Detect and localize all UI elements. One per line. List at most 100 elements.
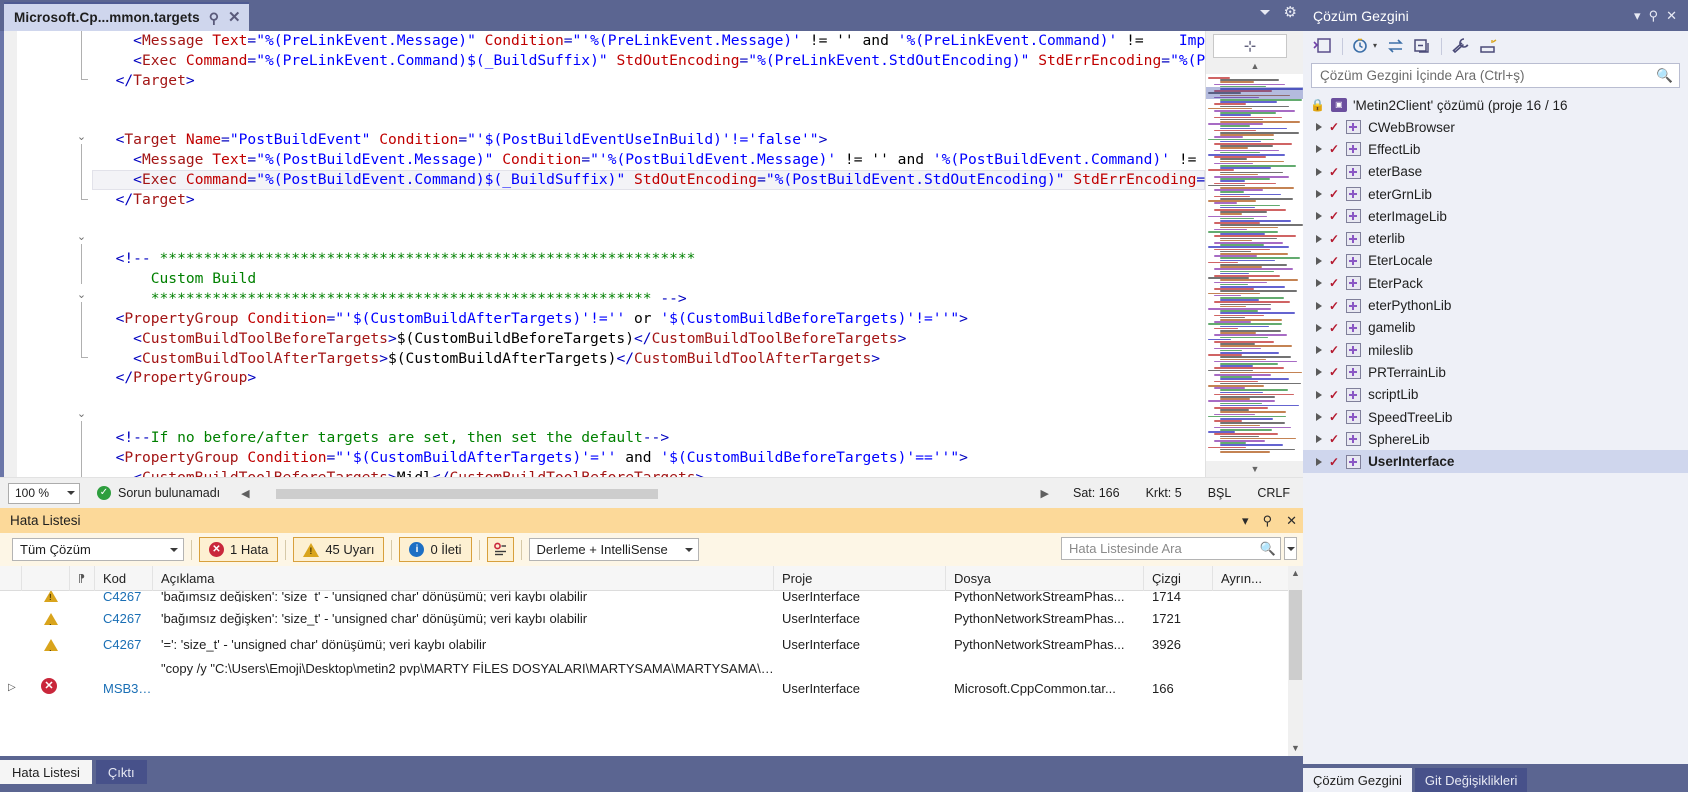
column-header-code[interactable]: Kod xyxy=(95,566,153,591)
code-line[interactable]: <CustomBuildToolAfterTargets>$(CustomBui… xyxy=(92,349,1205,369)
chevron-right-icon[interactable] xyxy=(1316,145,1322,153)
editor-fold-margin[interactable]: ⌄ ⌄ ⌄ ⌄ xyxy=(17,31,92,477)
code-line[interactable]: <CustomBuildToolBeforeTargets>Midl</Cust… xyxy=(92,468,1205,477)
chevron-right-icon[interactable] xyxy=(1316,123,1322,131)
sidebar-item-spherelib[interactable]: ✓SphereLib xyxy=(1303,428,1688,450)
close-icon[interactable]: ✕ xyxy=(1286,514,1297,527)
column-header-description[interactable]: Açıklama xyxy=(153,566,774,591)
chevron-right-icon[interactable] xyxy=(1316,279,1322,287)
code-line[interactable] xyxy=(92,229,1205,249)
chevron-right-icon[interactable] xyxy=(1316,235,1322,243)
minimap-scroll-up-icon[interactable]: ▲ xyxy=(1206,58,1303,74)
code-line[interactable]: <Target Name="PostBuildEvent" Condition=… xyxy=(92,130,1205,150)
chevron-right-icon[interactable] xyxy=(1316,458,1322,466)
error-list-search-dropdown[interactable] xyxy=(1284,537,1297,560)
tab-output[interactable]: Çıktı xyxy=(96,760,147,784)
sync-icon[interactable] xyxy=(1387,39,1404,53)
solution-root-node[interactable]: 🔒 ▣ 'Metin2Client' çözümü (proje 16 / 16 xyxy=(1303,94,1688,116)
chevron-down-icon[interactable]: ▾ xyxy=(1630,8,1645,24)
minimap-scroll-down-icon[interactable]: ▼ xyxy=(1206,461,1303,477)
triangle-down-icon[interactable]: ▼ xyxy=(1288,741,1303,756)
chevron-right-icon[interactable] xyxy=(1316,302,1322,310)
table-row[interactable]: C4267 'bağımsız değişken': 'size_t' - 'u… xyxy=(0,606,1303,632)
chevron-right-icon[interactable] xyxy=(1316,435,1322,443)
fold-toggle-icon[interactable]: ⌄ xyxy=(75,289,88,302)
code-view-icon[interactable] xyxy=(1313,38,1332,54)
column-header-severity[interactable] xyxy=(22,566,70,591)
sidebar-item-eterbase[interactable]: ✓eterBase xyxy=(1303,161,1688,183)
chevron-right-icon[interactable] xyxy=(1316,190,1322,198)
code-line[interactable]: <PropertyGroup Condition="'$(CustomBuild… xyxy=(92,448,1205,468)
error-list-vertical-scrollbar[interactable]: ▲ ▼ xyxy=(1288,566,1303,756)
gear-icon[interactable]: ⚙ xyxy=(1284,5,1297,20)
search-icon[interactable]: 🔍 xyxy=(1656,68,1673,84)
show-all-files-icon[interactable] xyxy=(1480,39,1498,54)
sidebar-item-cwebbrowser[interactable]: ✓CWebBrowser xyxy=(1303,116,1688,138)
table-row[interactable]: C4267 '=': 'size_t' - 'unsigned char' dö… xyxy=(0,632,1303,658)
column-header-project[interactable]: Proje xyxy=(774,566,946,591)
code-line[interactable]: <PropertyGroup Condition="'$(CustomBuild… xyxy=(92,309,1205,329)
row-code[interactable]: C4267 xyxy=(95,632,153,658)
code-line[interactable]: <!--If no before/after targets are set, … xyxy=(92,428,1205,448)
sidebar-item-effectlib[interactable]: ✓EffectLib xyxy=(1303,138,1688,160)
editor-horizontal-scrollbar[interactable]: ◀ ▶ xyxy=(236,486,1054,501)
sidebar-item-eterpythonlib[interactable]: ✓eterPythonLib xyxy=(1303,294,1688,316)
triangle-right-icon[interactable]: ▶ xyxy=(1036,487,1054,500)
hscroll-track[interactable] xyxy=(255,486,1036,501)
chevron-right-icon[interactable] xyxy=(1316,391,1322,399)
fold-toggle-icon[interactable]: ⌄ xyxy=(75,408,88,421)
code-line[interactable]: Custom Build xyxy=(92,269,1205,289)
sidebar-item-gamelib[interactable]: ✓gamelib xyxy=(1303,317,1688,339)
pin-icon[interactable]: ⚲ xyxy=(1263,514,1273,527)
pin-icon[interactable]: ⚲ xyxy=(209,11,219,25)
close-icon[interactable]: ✕ xyxy=(228,10,241,25)
table-row[interactable]: ▷ ✕ MSB3073 "copy /y "C:\Users\Emoji\Des… xyxy=(0,658,1303,720)
code-line[interactable] xyxy=(92,91,1205,111)
chevron-right-icon[interactable] xyxy=(1316,413,1322,421)
hscroll-thumb[interactable] xyxy=(276,489,658,499)
filter-warnings-button[interactable]: 45 Uyarı xyxy=(293,537,384,562)
code-line[interactable]: <Exec Command="%(PreLinkEvent.Command)$(… xyxy=(92,51,1205,71)
editor-health-indicator[interactable]: ✓ Sorun bulunamadı xyxy=(97,486,220,500)
tab-git-changes[interactable]: Git Değişiklikleri xyxy=(1415,768,1527,792)
column-header-details[interactable]: Ayrın... xyxy=(1213,566,1291,591)
column-header-gutter[interactable] xyxy=(0,566,22,591)
table-row[interactable]: C4267 'bağımsız değişken': 'size_t' - 'u… xyxy=(0,591,1303,606)
filter-messages-button[interactable]: i 0 İleti xyxy=(399,537,471,562)
row-code[interactable]: C4267 xyxy=(95,606,153,632)
chevron-right-icon[interactable] xyxy=(1316,212,1322,220)
code-line[interactable] xyxy=(92,408,1205,428)
close-icon[interactable]: ✕ xyxy=(1662,8,1681,24)
editor-minimap[interactable]: ▲ ▼ xyxy=(1205,31,1303,477)
column-header-file[interactable]: Dosya xyxy=(946,566,1144,591)
triangle-up-icon[interactable]: ▲ xyxy=(1288,566,1303,581)
scope-select[interactable]: Tüm Çözüm xyxy=(12,538,184,561)
sidebar-item-userinterface[interactable]: ✓UserInterface xyxy=(1303,450,1688,472)
code-line[interactable]: <Message Text="%(PostBuildEvent.Message)… xyxy=(92,150,1205,170)
pending-changes-icon[interactable]: ▾ xyxy=(1353,38,1377,54)
code-text[interactable]: <Message Text="%(PreLinkEvent.Message)" … xyxy=(92,31,1205,477)
code-line[interactable]: <Message Text="%(PreLinkEvent.Message)" … xyxy=(92,31,1205,51)
properties-icon[interactable] xyxy=(1452,38,1470,54)
chevron-right-icon[interactable] xyxy=(1316,168,1322,176)
code-line[interactable]: <!-- ***********************************… xyxy=(92,249,1205,269)
message-filter-icon[interactable] xyxy=(487,537,514,562)
solution-explorer-search-input[interactable]: Çözüm Gezgini İçinde Ara (Ctrl+ş) 🔍 xyxy=(1311,63,1680,88)
search-icon[interactable]: 🔍 xyxy=(1260,541,1276,557)
code-line[interactable]: </PropertyGroup> xyxy=(92,368,1205,388)
build-source-select[interactable]: Derleme + IntelliSense xyxy=(529,538,699,561)
code-line[interactable]: <Exec Command="%(PostBuildEvent.Command)… xyxy=(92,170,1205,190)
sidebar-item-prterrainlib[interactable]: ✓PRTerrainLib xyxy=(1303,361,1688,383)
vscroll-thumb[interactable] xyxy=(1289,590,1302,680)
pin-icon[interactable]: ⚲ xyxy=(1645,8,1663,24)
collapse-all-icon[interactable] xyxy=(1414,39,1431,54)
row-code[interactable]: MSB3073 xyxy=(95,658,153,720)
code-line[interactable]: </Target> xyxy=(92,71,1205,91)
document-tab-microsoft-cppcommon-targets[interactable]: Microsoft.Cp...mmon.targets ⚲ ✕ xyxy=(4,2,249,31)
minimap-viewport[interactable] xyxy=(1206,87,1303,99)
tab-solution-explorer[interactable]: Çözüm Gezgini xyxy=(1303,768,1412,792)
tab-error-list[interactable]: Hata Listesi xyxy=(0,760,92,784)
column-header-line[interactable]: Çizgi xyxy=(1144,566,1213,591)
sidebar-item-mileslib[interactable]: ✓mileslib xyxy=(1303,339,1688,361)
triangle-right-icon[interactable]: ▷ xyxy=(8,682,16,693)
